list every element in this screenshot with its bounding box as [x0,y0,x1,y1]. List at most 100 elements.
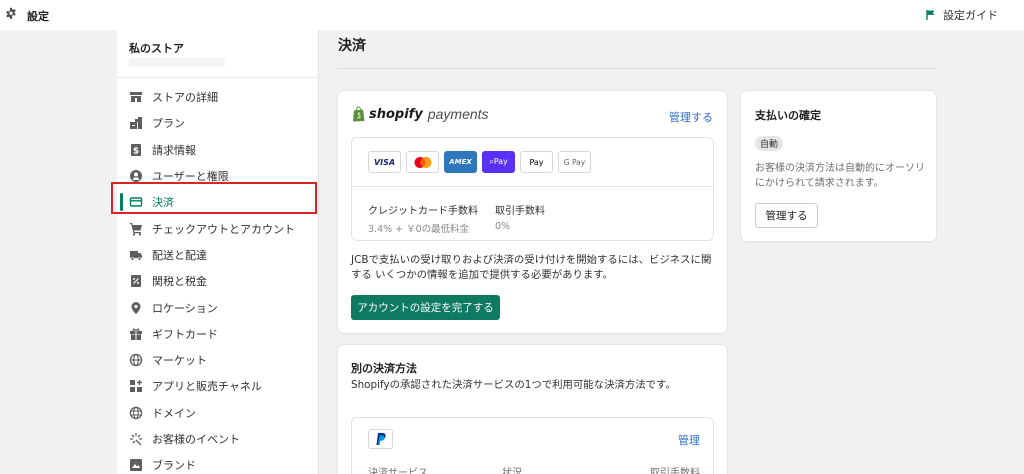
paypal-icon [376,433,386,445]
shop-pay-text: Pay [493,157,508,166]
truck-icon [129,248,143,262]
sidebar-item-label: ドメイン [152,406,196,420]
top-bar: 設定 設定ガイド [0,0,1024,30]
sidebar-item-label: お客様のイベント [152,433,240,446]
setup-guide-label: 設定ガイド [943,9,998,22]
sidebar-item-label: プラン [152,117,185,131]
payment-method-badges: VISA AMEX ⌕Pay Pay G Pay [368,151,591,173]
sidebar-item-domains[interactable]: ドメイン [117,400,318,426]
alternative-payments-title: 別の決済方法 [351,362,417,375]
sidebar-item-label: ユーザーと権限 [152,170,229,184]
manage-capture-button[interactable]: 管理する [755,203,818,228]
sidebar-item-billing[interactable]: $ 請求情報 [117,137,318,163]
sidebar-item-apps[interactable]: アプリと販売チャネル [117,373,318,399]
sidebar-item-users[interactable]: ユーザーと権限 [117,163,318,189]
page-title: 決済 [338,38,366,54]
sidebar-item-label: アプリと販売チャネル [152,380,262,394]
transaction-fee: 取引手数料 0% [495,202,545,232]
flag-icon [926,10,935,20]
mastercard-icon [414,156,431,168]
sidebar-item-label: チェックアウトとアカウント [152,222,295,236]
setup-guide-link[interactable]: 設定ガイド [925,7,998,23]
alternative-payments-card: 別の決済方法 Shopifyの承認された決済サービスの1つで利用可能な決済方法で… [338,345,727,474]
sidebar-item-gift-cards[interactable]: ギフトカード [117,321,318,347]
fee-value: 0% [495,221,511,232]
page-header-title: 設定 [27,10,49,23]
user-icon [129,169,143,183]
billing-icon: $ [129,143,143,157]
shopify-payments-card: shopify payments 管理する VISA AMEX ⌕Pay Pay… [338,91,727,333]
mastercard-badge [406,151,439,173]
globe-icon [129,353,143,367]
divider [338,68,936,69]
sidebar-item-label: ロケーション [152,301,218,315]
amex-badge: AMEX [444,151,477,173]
apple-pay-text: Pay [529,157,544,167]
location-pin-icon [129,301,143,315]
store-icon [129,90,143,104]
sidebar-item-label: マーケット [152,354,207,368]
sidebar-item-label: 配送と配達 [152,248,207,262]
sidebar-item-shipping[interactable]: 配送と配達 [117,242,318,268]
cart-icon [129,222,143,236]
sidebar-item-label: 決済 [152,196,174,210]
visa-badge: VISA [368,151,401,173]
apps-icon [129,379,143,393]
payment-methods-panel: VISA AMEX ⌕Pay Pay G Pay クレジットカード手数料 3.4… [351,137,714,241]
paypal-panel: 管理 決済サービス 状況 取引手数料 [351,417,714,474]
sidebar-item-locations[interactable]: ロケーション [117,294,318,320]
shopify-brand: shopify [369,106,423,122]
payment-capture-title: 支払いの確定 [755,109,821,122]
store-name: 私のストア [129,42,184,55]
domain-icon [129,406,143,420]
settings-nav: ストアの詳細 プラン $ 請求情報 ユーザーと権限 決済 チェックアウトとアカウ… [117,84,318,474]
status-badge: 自動 [755,136,784,151]
payment-capture-card: 支払いの確定 自動 お客様の決済方法は自動的にオーソリにかけられて請求されます。… [741,91,936,241]
visa-label: VISA [373,157,396,167]
fee-value: 3.4% + ￥0の最低料金 [368,224,470,235]
divider [117,77,318,78]
paypal-badge [368,429,393,449]
complete-account-setup-button[interactable]: アカウントの設定を完了する [351,295,500,320]
sidebar-item-payments[interactable]: 決済 [117,189,318,215]
payment-capture-description: お客様の決済方法は自動的にオーソリにかけられて請求されます。 [755,163,925,189]
payments-icon [129,195,143,209]
google-pay-label: G Pay [563,157,586,167]
google-pay-badge: G Pay [558,151,591,173]
gear-icon[interactable] [4,7,18,21]
column-header-fee: 取引手数料 [650,468,700,474]
jcb-notice-text: JCBで支払いの受け取りおよび決済の受け付けを開始するには、ビジネスに関する い… [351,254,712,281]
fee-label: クレジットカード手数料 [368,206,478,217]
shop-pay-badge: ⌕Pay [482,151,515,173]
sidebar-item-label: ストアの詳細 [152,91,218,105]
alternative-payments-subtitle: Shopifyの承認された決済サービスの1つで利用可能な決済方法です。 [351,379,676,391]
svg-text:$: $ [133,146,139,156]
sidebar-item-brand[interactable]: ブランド [117,452,318,474]
sidebar-item-store-details[interactable]: ストアの詳細 [117,84,318,110]
manage-shopify-payments-link[interactable]: 管理する [669,109,713,125]
manage-paypal-link[interactable]: 管理 [678,432,700,448]
sidebar-item-label: ギフトカード [152,327,218,341]
shopify-payments-logo: shopify payments [352,106,489,122]
apple-pay-badge: Pay [520,151,553,173]
sidebar-item-label: ブランド [152,459,196,473]
payments-brand-suffix: payments [427,106,489,122]
plan-icon [129,116,143,130]
column-header-status: 状況 [502,468,522,474]
amex-label: AMEX [449,158,472,166]
sidebar-item-label: 請求情報 [152,143,196,157]
fee-label: 取引手数料 [495,206,545,217]
sidebar-item-customer-events[interactable]: お客様のイベント [117,426,318,452]
apple-pay-label: Pay [529,158,543,167]
sidebar-item-taxes[interactable]: 関税と税金 [117,268,318,294]
sidebar-item-markets[interactable]: マーケット [117,347,318,373]
sidebar-item-label: 関税と税金 [152,275,207,289]
sparkle-icon [129,432,143,446]
sidebar-item-plan[interactable]: プラン [117,110,318,136]
settings-sidebar: 私のストア ストアの詳細 プラン $ 請求情報 ユーザーと権限 決済 チェックア… [117,30,319,474]
tax-icon [129,274,143,288]
sidebar-item-checkout[interactable]: チェックアウトとアカウント [117,215,318,241]
brand-icon [129,458,143,472]
shop-pay-label: ⌕Pay [489,157,508,166]
credit-card-fee: クレジットカード手数料 3.4% + ￥0の最低料金 [368,202,478,235]
